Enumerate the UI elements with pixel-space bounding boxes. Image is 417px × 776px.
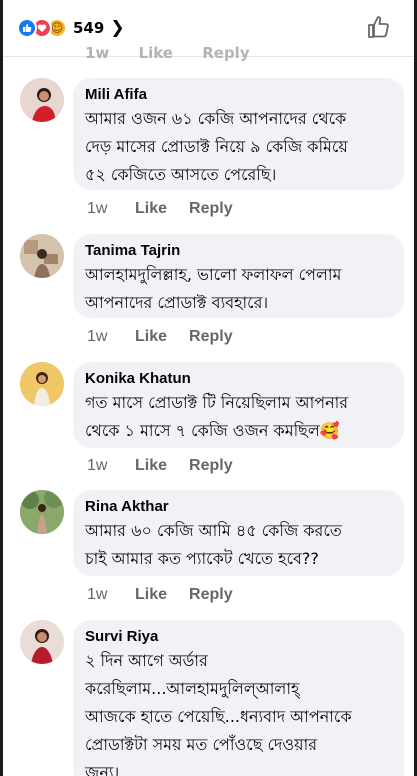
comment-line: আজকে হাতে পেয়েছি...ধন্যবাদ আপনাকে: [85, 707, 352, 726]
reaction-count: 549: [73, 19, 105, 37]
comment-bubble: Tanima Tajrin আলহামদুলিল্লাহ, ভালো ফলাফল…: [73, 234, 404, 318]
comment-time[interactable]: 1w: [87, 200, 135, 218]
comment-line: ২ দিন আগে অর্ডার: [85, 651, 208, 670]
avatar[interactable]: [20, 362, 64, 406]
commenter-name[interactable]: Rina Akthar: [85, 497, 392, 517]
chevron-right-icon: ❯: [110, 18, 125, 38]
comment-line: প্রোডাক্টটা সময় মত পোঁওছে দেওয়ার: [85, 735, 318, 754]
reply-action[interactable]: Reply: [189, 586, 233, 604]
reactions-summary[interactable]: ☺ 549 ❯: [17, 18, 125, 38]
reactions-bar: ☺ 549 ❯ 1w Like Reply: [3, 0, 414, 62]
like-button[interactable]: [366, 14, 392, 44]
comment-line: গত মাসে প্রোডাক্ট টি নিয়েছিলাম আপনার: [85, 393, 349, 412]
comment-line: আমার ৬০ কেজি আমি ৪৫ কেজি করতে: [85, 521, 342, 540]
comment-actions: 1w Like Reply: [87, 586, 255, 604]
like-action[interactable]: Like: [135, 586, 167, 604]
like-action[interactable]: Like: [135, 457, 167, 475]
comment-text: আমার ওজন ৬১ কেজি আপনাদের থেকে দেড় মাসের…: [85, 105, 392, 189]
reply-action[interactable]: Reply: [189, 328, 233, 346]
comment-bubble: Survi Riya ২ দিন আগে অর্ডার করেছিলাম...আ…: [73, 620, 404, 776]
commenter-name[interactable]: Mili Afifa: [85, 85, 392, 105]
comment-actions: 1w Like Reply: [87, 200, 255, 218]
comment-line: আপনাদের প্রোডাক্ট ব্যবহারে।: [85, 293, 269, 312]
comment-text: ২ দিন আগে অর্ডার করেছিলাম...আলহামদুলিল্আ…: [85, 647, 392, 776]
avatar[interactable]: [20, 234, 64, 278]
commenter-name[interactable]: Tanima Tajrin: [85, 241, 392, 261]
comment-line: আমার ওজন ৬১ কেজি আপনাদের থেকে: [85, 109, 347, 128]
previous-comment-actions: 1w Like Reply: [85, 44, 274, 62]
reply-action[interactable]: Reply: [202, 44, 249, 62]
like-reaction-icon: [17, 18, 37, 38]
comment-line: জন্য।: [85, 763, 120, 776]
comment-time: 1w: [85, 44, 110, 62]
commenter-name[interactable]: Survi Riya: [85, 627, 392, 647]
comment-time[interactable]: 1w: [87, 586, 135, 604]
comment-bubble: Rina Akthar আমার ৬০ কেজি আমি ৪৫ কেজি করত…: [73, 490, 404, 576]
comment-line: দেড় মাসের প্রোডাক্ট নিয়ে ৯ কেজি কমিয়ে: [85, 137, 348, 156]
avatar[interactable]: [20, 490, 64, 534]
thumbs-up-icon: [368, 16, 389, 38]
like-action[interactable]: Like: [135, 328, 167, 346]
reply-action[interactable]: Reply: [189, 200, 233, 218]
comment-line: ৫২ কেজিতে আসতে পেরেছি।: [85, 165, 277, 184]
comment-bubble: Mili Afifa আমার ওজন ৬১ কেজি আপনাদের থেকে…: [73, 78, 404, 190]
comment-line: থেকে ১ মাসে ৭ কেজি ওজন কমছিল🥰: [85, 421, 340, 440]
comment-line: চাই আমার কত প্যাকেট খেতে হবে??: [85, 549, 319, 568]
comment-actions: 1w Like Reply: [87, 457, 255, 475]
avatar[interactable]: [20, 78, 64, 122]
comment-text: আমার ৬০ কেজি আমি ৪৫ কেজি করতে চাই আমার ক…: [85, 517, 392, 573]
comment-text: গত মাসে প্রোডাক্ট টি নিয়েছিলাম আপনার থে…: [85, 389, 392, 445]
comments-panel: ☺ 549 ❯ 1w Like Reply Mili Afifa আমার ওজ…: [0, 0, 417, 776]
like-action[interactable]: Like: [139, 44, 173, 62]
like-action[interactable]: Like: [135, 200, 167, 218]
comment-actions: 1w Like Reply: [87, 328, 255, 346]
comment-text: আলহামদুলিল্লাহ, ভালো ফলাফল পেলাম আপনাদের…: [85, 261, 392, 317]
avatar[interactable]: [20, 620, 64, 664]
comment-bubble: Konika Khatun গত মাসে প্রোডাক্ট টি নিয়ে…: [73, 362, 404, 448]
comment-line: করেছিলাম...আলহামদুলিল্আলাহ্: [85, 679, 300, 698]
comment-time[interactable]: 1w: [87, 457, 135, 475]
reply-action[interactable]: Reply: [189, 457, 233, 475]
commenter-name[interactable]: Konika Khatun: [85, 369, 392, 389]
comment-line: আলহামদুলিল্লাহ, ভালো ফলাফল পেলাম: [85, 265, 342, 284]
comment-time[interactable]: 1w: [87, 328, 135, 346]
